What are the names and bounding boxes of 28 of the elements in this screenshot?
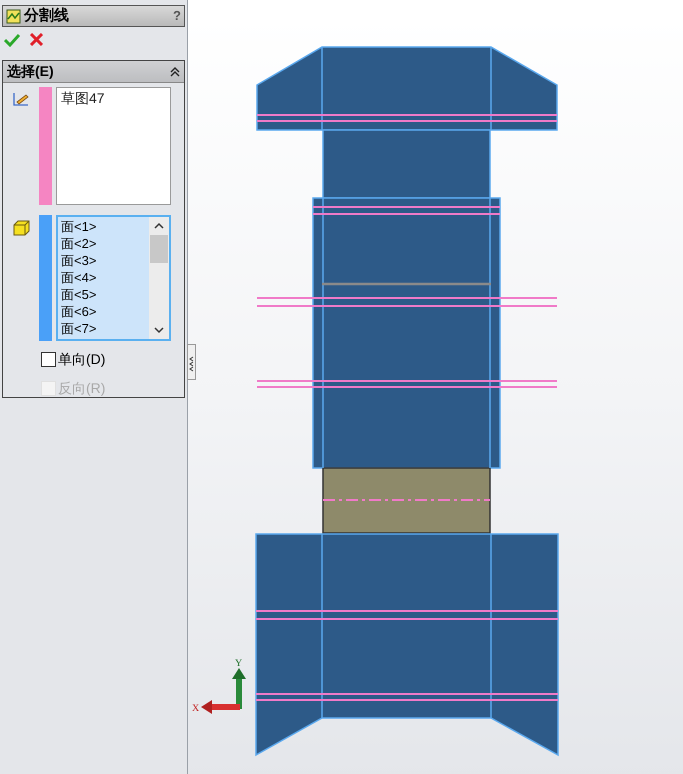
scroll-down-icon[interactable] bbox=[154, 327, 164, 334]
face-selection-list[interactable]: 面<1> 面<2> 面<3> 面<4> 面<5> 面<6> 面<7> bbox=[56, 215, 171, 341]
list-item[interactable]: 面<7> bbox=[61, 320, 146, 337]
list-item[interactable]: 面<1> bbox=[61, 218, 146, 235]
sketch-selection-list[interactable]: 草图47 bbox=[56, 87, 171, 205]
list-item[interactable]: 面<5> bbox=[61, 286, 146, 303]
group-title: 选择(E) bbox=[7, 62, 54, 81]
scrollbar[interactable] bbox=[149, 217, 169, 339]
panel-title: 分割线 bbox=[24, 6, 69, 26]
scroll-thumb[interactable] bbox=[150, 235, 168, 263]
checkbox-label: 单向(D) bbox=[58, 350, 106, 369]
scroll-up-icon[interactable] bbox=[154, 222, 164, 229]
list-item[interactable]: 面<6> bbox=[61, 303, 146, 320]
list-item[interactable]: 草图47 bbox=[61, 89, 166, 107]
face-cube-icon bbox=[12, 220, 30, 236]
cancel-x-icon[interactable] bbox=[30, 33, 43, 46]
checkbox[interactable] bbox=[41, 352, 56, 367]
help-button[interactable]: ? bbox=[173, 6, 181, 26]
ok-check-icon[interactable] bbox=[4, 33, 20, 47]
x-axis-label: X bbox=[192, 703, 200, 714]
list-item[interactable]: 面<3> bbox=[61, 252, 146, 269]
collapse-chevron-icon[interactable] bbox=[170, 66, 180, 76]
list-item[interactable]: 面<2> bbox=[61, 235, 146, 252]
checkbox-label: 反向(R) bbox=[58, 379, 106, 398]
y-axis-label: Y bbox=[235, 658, 242, 669]
list-item[interactable]: 面<4> bbox=[61, 269, 146, 286]
panel-collapse-handle[interactable] bbox=[187, 344, 196, 380]
sketch-pencil-icon bbox=[12, 91, 30, 107]
